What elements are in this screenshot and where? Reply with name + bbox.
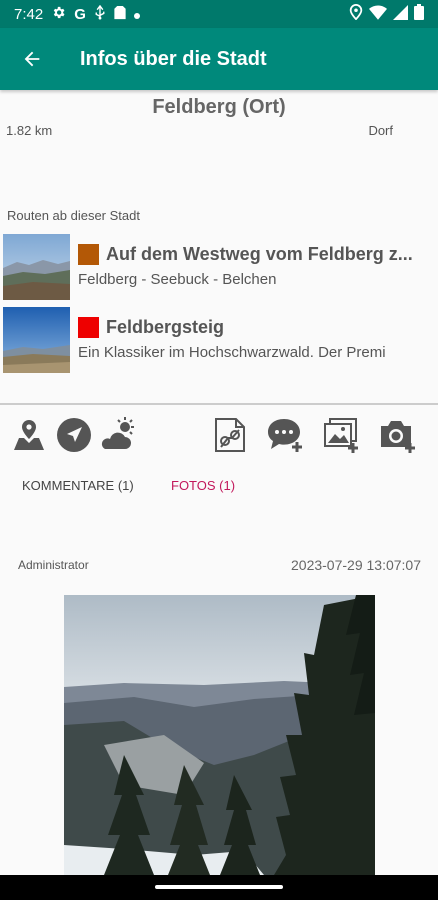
place-distance: 1.82 km (6, 123, 53, 138)
route-thumbnail (3, 234, 70, 300)
map-pin-icon[interactable] (10, 416, 48, 454)
route-title-row: Feldbergsteig (78, 317, 430, 338)
gpx-file-icon[interactable] (211, 416, 249, 454)
route-title: Auf dem Westweg vom Feldberg z... (106, 244, 413, 264)
add-comment-icon[interactable] (266, 416, 304, 454)
weather-icon[interactable] (99, 416, 137, 454)
routes-label: Routen ab dieser Stadt (7, 208, 140, 223)
route-thumbnail (3, 307, 70, 373)
place-meta: 1.82 km Dorf (0, 123, 438, 138)
system-nav-bar (0, 875, 438, 900)
action-bar (0, 416, 438, 456)
gear-icon (51, 5, 66, 24)
comment-photo[interactable] (64, 595, 375, 875)
wifi-icon (369, 4, 387, 24)
google-icon: G (74, 5, 86, 23)
clock: 7:42 (14, 5, 44, 23)
route-description: Ein Klassiker im Hochschwarzwald. Der Pr… (78, 344, 386, 361)
usb-icon (94, 4, 106, 24)
route-item[interactable]: Auf dem Westweg vom Feldberg z... Feldbe… (3, 234, 435, 300)
add-photo-icon[interactable] (322, 416, 360, 454)
arrow-back-icon (24, 51, 40, 67)
route-description: Feldberg - Seebuck - Belchen (78, 271, 277, 288)
divider (0, 403, 438, 405)
content: Feldberg (Ort) 1.82 km Dorf Routen ab di… (0, 90, 438, 875)
place-name: Feldberg (Ort) (152, 96, 286, 118)
signal-icon (393, 4, 408, 24)
back-button[interactable] (0, 28, 64, 90)
page-title: Infos über die Stadt (80, 47, 267, 70)
route-title-row: Auf dem Westweg vom Feldberg z... (78, 244, 430, 265)
add-camera-icon[interactable] (378, 416, 416, 454)
route-info: Feldbergsteig Ein Klassiker im Hochschwa… (78, 307, 430, 373)
tab-bar: KOMMENTARE (1) FOTOS (1) (0, 478, 438, 498)
route-color-swatch (78, 244, 99, 265)
route-color-swatch (78, 317, 99, 338)
sim-icon (114, 5, 126, 24)
route-info: Auf dem Westweg vom Feldberg z... Feldbe… (78, 234, 430, 300)
route-title: Feldbergsteig (106, 317, 225, 337)
status-bar: 7:42 G (0, 0, 438, 28)
tab-kommentare[interactable]: KOMMENTARE (1) (22, 478, 134, 493)
place-type: Dorf (368, 123, 393, 138)
route-item[interactable]: Feldbergsteig Ein Klassiker im Hochschwa… (3, 307, 435, 373)
dot-icon (133, 6, 140, 23)
navigate-icon[interactable] (55, 416, 93, 454)
home-gesture-pill[interactable] (155, 885, 283, 889)
tab-fotos[interactable]: FOTOS (1) (171, 478, 235, 493)
battery-icon (414, 4, 424, 24)
comment-author: Administrator (18, 558, 89, 572)
app-bar: Infos über die Stadt (0, 28, 438, 90)
comment-date: 2023-07-29 13:07:07 (291, 557, 421, 573)
location-icon (349, 3, 363, 24)
